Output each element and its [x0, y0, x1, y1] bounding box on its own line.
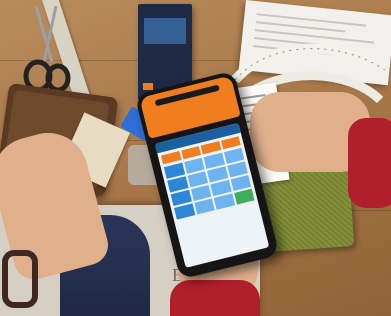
orange-key	[160, 151, 182, 165]
confirm-key	[233, 188, 255, 205]
photo-scene: EN	[0, 0, 391, 316]
orange-key	[200, 141, 221, 155]
bracelet	[2, 250, 38, 308]
scissors-icon	[23, 6, 71, 93]
red-sleeve-bottom	[170, 280, 260, 316]
orange-key	[180, 146, 201, 160]
printer-slot	[154, 84, 220, 107]
keypad-key	[213, 193, 235, 210]
red-sleeve	[348, 118, 391, 208]
keypad-key	[173, 203, 195, 220]
orange-key	[220, 136, 241, 150]
keypad-key	[193, 198, 215, 215]
brand-mark	[143, 83, 153, 90]
terminal-screen	[154, 122, 270, 268]
